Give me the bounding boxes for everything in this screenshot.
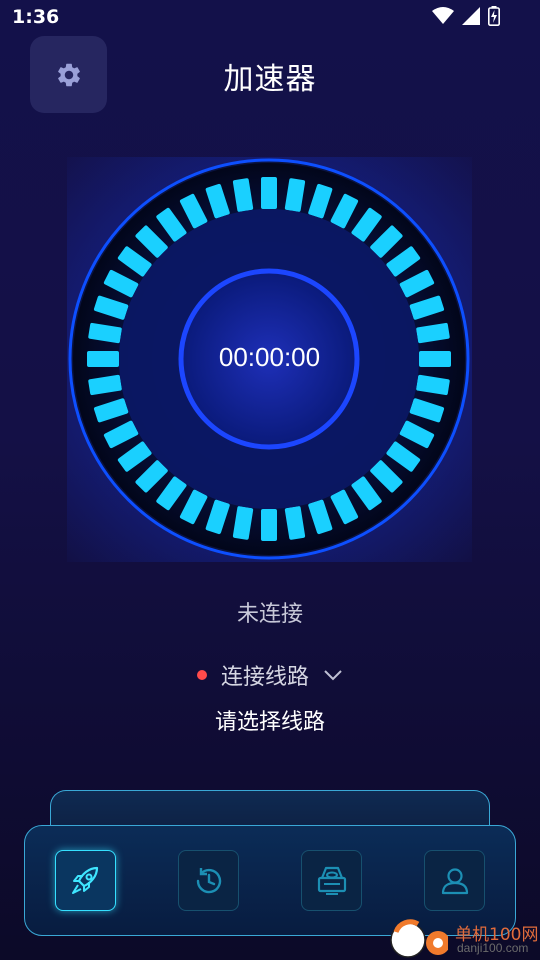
battery-charging-icon <box>488 6 500 26</box>
watermark-logo-icon <box>390 919 448 958</box>
signal-icon <box>462 7 480 25</box>
route-label: 连接线路 <box>220 665 309 690</box>
nav-history-button[interactable] <box>178 850 239 911</box>
chevron-down-icon <box>324 670 342 681</box>
status-bar: 1:36 <box>0 0 540 36</box>
rocket-icon <box>71 866 98 894</box>
page-title: 加速器 <box>223 62 317 97</box>
wifi-icon <box>432 7 454 24</box>
status-icons <box>432 6 500 26</box>
route-selector[interactable]: 连接线路 <box>0 659 540 691</box>
status-dot <box>196 670 207 680</box>
dial-timer: 00:00:00 <box>218 342 321 372</box>
watermark: 单机100网 danji100.com <box>388 914 540 960</box>
connection-status: 未连接 <box>236 602 303 627</box>
route-placeholder[interactable]: 请选择线路 <box>0 704 540 736</box>
speed-dial[interactable]: 00:00:00 <box>67 157 472 562</box>
nav-accelerate-button[interactable] <box>55 850 116 911</box>
dial-tick <box>261 177 277 209</box>
nav-server-button[interactable] <box>301 850 362 911</box>
dial-tick <box>261 509 277 541</box>
user-icon <box>441 867 468 894</box>
nav-profile-button[interactable] <box>424 850 485 911</box>
history-icon <box>196 867 221 893</box>
status-time: 1:36 <box>12 6 60 28</box>
watermark-url: danji100.com <box>457 941 529 955</box>
server-icon <box>317 866 346 895</box>
